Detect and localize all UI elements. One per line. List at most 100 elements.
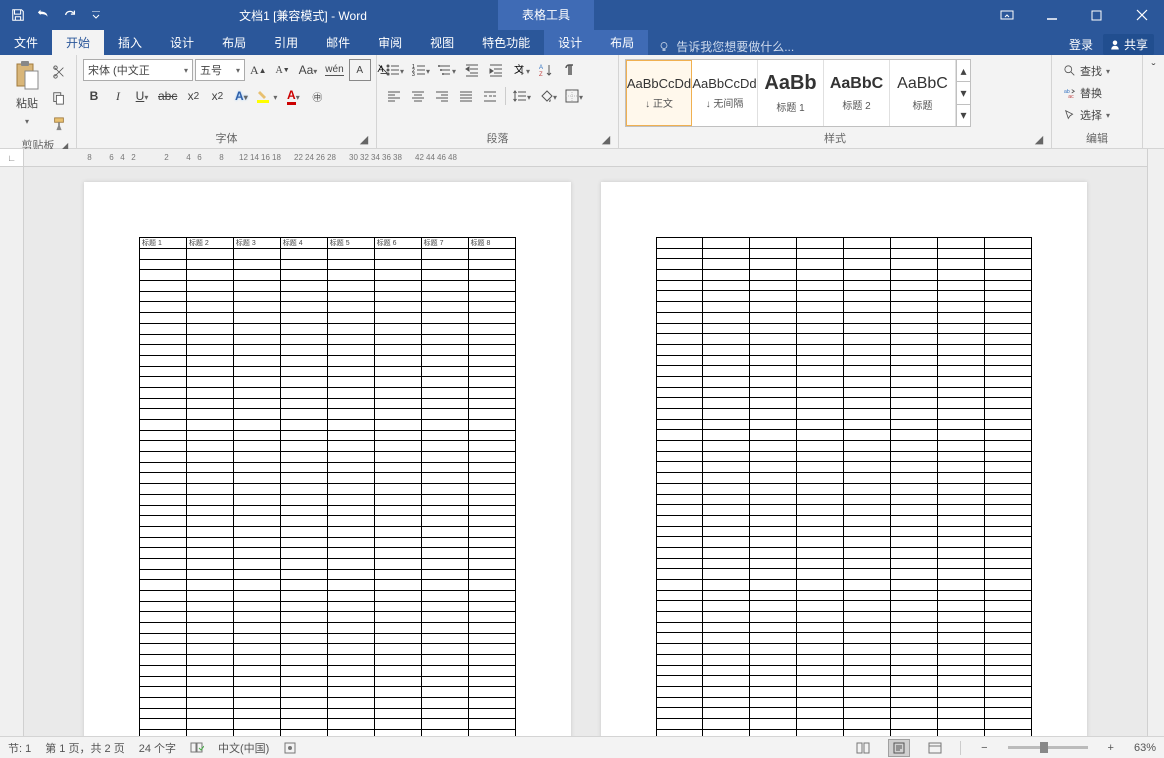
indent-button[interactable]	[485, 59, 507, 81]
outdent-button[interactable]	[461, 59, 483, 81]
align-center-button[interactable]	[407, 85, 429, 107]
table-row[interactable]	[140, 708, 516, 719]
table-header[interactable]: 标题 8	[468, 238, 515, 249]
char-border-button[interactable]: A	[349, 59, 371, 81]
table-row[interactable]	[140, 676, 516, 687]
table-row[interactable]	[140, 665, 516, 676]
font-color-button[interactable]: A	[282, 85, 304, 107]
tab-mailings[interactable]: 邮件	[312, 30, 364, 55]
table-row[interactable]	[140, 505, 516, 516]
table-row[interactable]	[656, 494, 1032, 505]
page-1[interactable]: 标题 1标题 2标题 3标题 4标题 5标题 6标题 7标题 8	[84, 182, 571, 736]
line-spacing-button[interactable]	[510, 85, 534, 107]
style-heading1[interactable]: AaBb标题 1	[758, 60, 824, 126]
document-table[interactable]: 标题 1标题 2标题 3标题 4标题 5标题 6标题 7标题 8	[139, 237, 516, 736]
status-page[interactable]: 第 1 页，共 2 页	[45, 740, 124, 756]
tab-review[interactable]: 审阅	[364, 30, 416, 55]
table-row[interactable]	[656, 515, 1032, 526]
shading-button[interactable]	[536, 85, 560, 107]
justify-button[interactable]	[455, 85, 477, 107]
tab-special[interactable]: 特色功能	[468, 30, 544, 55]
sort-button[interactable]: AZ	[535, 59, 557, 81]
table-row[interactable]	[656, 558, 1032, 569]
strike-button[interactable]: abc	[155, 85, 180, 107]
table-row[interactable]	[656, 291, 1032, 302]
table-header[interactable]: 标题 6	[374, 238, 421, 249]
table-row[interactable]	[656, 622, 1032, 633]
table-row[interactable]	[656, 569, 1032, 580]
zoom-slider[interactable]	[1008, 746, 1088, 749]
table-row[interactable]	[140, 473, 516, 484]
find-button[interactable]: 查找	[1062, 61, 1112, 81]
change-case-button[interactable]: Aa	[296, 59, 321, 81]
table-row[interactable]	[140, 398, 516, 409]
table-row[interactable]	[656, 387, 1032, 398]
table-row[interactable]	[656, 612, 1032, 623]
select-button[interactable]: 选择	[1062, 105, 1112, 125]
styles-launcher[interactable]: ◢	[1033, 133, 1045, 145]
page-2[interactable]	[601, 182, 1088, 736]
status-macro[interactable]	[283, 741, 297, 755]
table-row[interactable]	[140, 377, 516, 388]
gallery-down[interactable]: ▾	[957, 82, 970, 104]
qat-dropdown[interactable]	[84, 3, 108, 27]
table-row[interactable]	[140, 569, 516, 580]
table-row[interactable]	[656, 526, 1032, 537]
table-row[interactable]	[656, 302, 1032, 313]
cut-button[interactable]	[48, 61, 70, 83]
table-row[interactable]	[140, 462, 516, 473]
style-normal[interactable]: AaBbCcDd↓ 正文	[626, 60, 692, 126]
tell-me-search[interactable]: 告诉我您想要做什么...	[648, 38, 1059, 55]
table-row[interactable]	[140, 655, 516, 666]
grow-font-button[interactable]: A▲	[247, 59, 270, 81]
paste-button[interactable]: 粘贴	[6, 59, 48, 129]
status-section[interactable]: 节: 1	[8, 740, 31, 756]
align-left-button[interactable]	[383, 85, 405, 107]
table-row[interactable]	[140, 526, 516, 537]
table-row[interactable]	[140, 580, 516, 591]
superscript-button[interactable]: x2	[206, 85, 228, 107]
subscript-button[interactable]: x2	[182, 85, 204, 107]
table-row[interactable]	[656, 633, 1032, 644]
text-effects-button[interactable]: A	[230, 85, 252, 107]
tab-file[interactable]: 文件	[0, 30, 52, 55]
table-row[interactable]	[656, 473, 1032, 484]
table-row[interactable]	[656, 344, 1032, 355]
table-row[interactable]	[656, 590, 1032, 601]
table-row[interactable]	[140, 281, 516, 292]
table-row[interactable]	[140, 345, 516, 356]
font-launcher[interactable]: ◢	[358, 133, 370, 145]
zoom-out-button[interactable]: −	[975, 742, 993, 754]
table-row[interactable]	[140, 558, 516, 569]
table-row[interactable]	[656, 697, 1032, 708]
enclose-char-button[interactable]: ㊥	[306, 85, 328, 107]
web-layout-button[interactable]	[924, 739, 946, 757]
table-row[interactable]	[656, 280, 1032, 291]
style-nospacing[interactable]: AaBbCcDd↓ 无间隔	[692, 60, 758, 126]
italic-button[interactable]: I	[107, 85, 129, 107]
tab-view[interactable]: 视图	[416, 30, 468, 55]
table-row[interactable]	[656, 376, 1032, 387]
table-row[interactable]	[140, 537, 516, 548]
table-row[interactable]	[656, 505, 1032, 516]
gallery-up[interactable]: ▴	[957, 60, 970, 82]
table-row[interactable]	[656, 718, 1032, 729]
table-row[interactable]	[140, 633, 516, 644]
copy-button[interactable]	[48, 87, 70, 109]
table-row[interactable]	[140, 494, 516, 505]
table-row[interactable]	[656, 665, 1032, 676]
table-row[interactable]	[656, 312, 1032, 323]
table-row[interactable]	[140, 623, 516, 634]
underline-button[interactable]: U	[131, 85, 153, 107]
status-words[interactable]: 24 个字	[139, 740, 176, 756]
table-row[interactable]	[140, 719, 516, 730]
bold-button[interactable]: B	[83, 85, 105, 107]
table-row[interactable]	[656, 409, 1032, 420]
minimize-button[interactable]	[1029, 0, 1074, 30]
tab-home[interactable]: 开始	[52, 30, 104, 55]
document-table-2[interactable]	[656, 237, 1033, 736]
table-row[interactable]	[140, 302, 516, 313]
status-language[interactable]: 中文(中国)	[218, 740, 269, 756]
table-row[interactable]	[140, 323, 516, 334]
table-row[interactable]	[656, 355, 1032, 366]
